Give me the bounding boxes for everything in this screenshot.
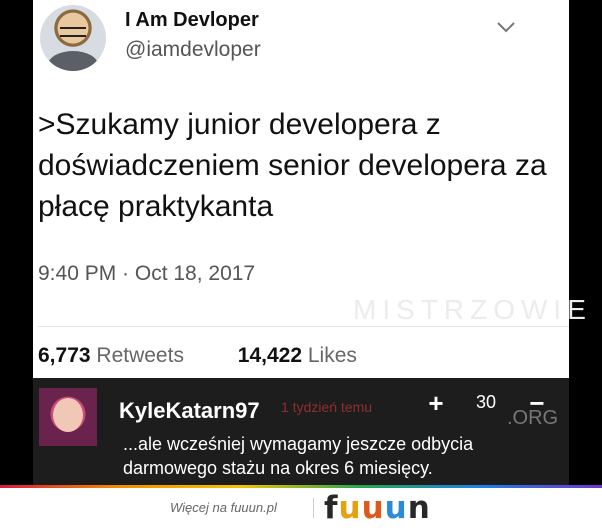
brand-letter: f [324,490,339,526]
tweet-text: >Szukamy junior developera z doświadczen… [38,108,547,223]
retweets-count: 6,773 [38,344,91,367]
brand-letter: u [384,490,408,526]
comment-block: KyleKatarn97 1 tydzień temu + 30 − .ORG … [33,378,569,485]
brand-letter: u [338,490,362,526]
brand-letter: n [407,490,431,526]
tweet-card: I Am Devloper @iamdevloper >Szukamy juni… [33,0,586,378]
chevron-down-icon[interactable] [495,15,517,37]
comment-line-2: darmowego stażu na okres 6 miesięcy. [123,458,433,478]
avatar[interactable] [39,388,97,446]
comment-text: ...ale wcześniej wymagamy jeszcze odbyci… [123,432,563,480]
shirt-icon [48,51,98,71]
retweets-label[interactable]: Retweets [96,344,184,367]
likes-count: 14,422 [237,344,303,367]
separator [313,498,314,518]
brand-logo[interactable]: fuuun [324,490,431,526]
more-link[interactable]: Więcej na fuuun.pl [170,500,277,515]
watermark-org: .ORG [507,407,559,429]
comment-line-1: ...ale wcześniej wymagamy jeszcze odbyci… [123,434,474,454]
brand-letter: u [361,490,385,526]
glasses-icon [60,27,86,37]
vote-count: 30 [476,392,497,412]
tweet-stats: 6,773 Retweets 14,422 Likes [38,344,357,368]
upvote-button[interactable]: + [422,389,450,417]
comment-username[interactable]: KyleKatarn97 [119,398,260,424]
likes-label[interactable]: Likes [308,344,357,367]
tweet-timestamp: 9:40 PM · Oct 18, 2017 [38,262,256,285]
display-name[interactable]: I Am Devloper [125,9,259,32]
comment-time: 1 tydzień temu [281,399,373,415]
avatar[interactable] [40,5,106,71]
left-frame [0,0,33,485]
user-handle[interactable]: @iamdevloper [125,38,261,62]
watermark: MISTRZOWIE [353,294,592,325]
footer: Więcej na fuuun.pl fuuun [0,488,602,530]
right-frame [569,0,602,485]
divider [38,326,569,327]
